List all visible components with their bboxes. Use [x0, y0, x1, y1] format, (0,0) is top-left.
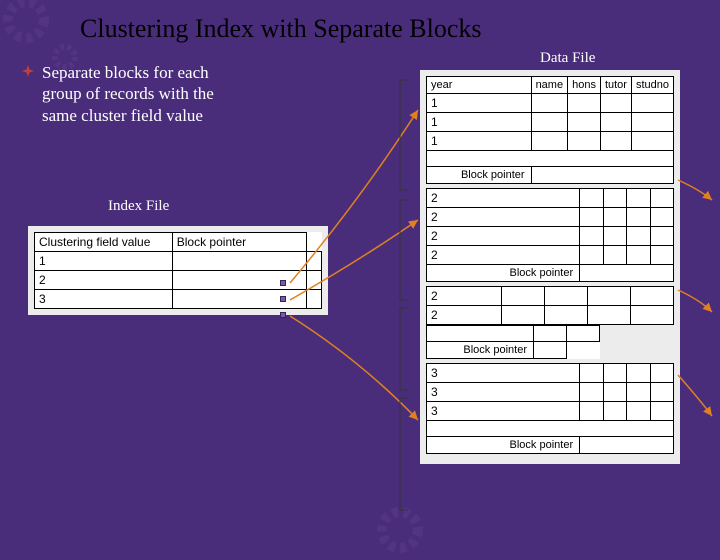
block-pointer-label: Block pointer — [427, 167, 532, 184]
data-cell: 1 — [427, 113, 532, 132]
data-header: year — [427, 77, 532, 94]
data-table: 2 2 — [426, 286, 674, 325]
data-header: tutor — [600, 77, 631, 94]
gear-icon — [370, 500, 430, 560]
index-cell: 3 — [35, 290, 173, 309]
page-title: Clustering Index with Separate Blocks — [80, 14, 481, 44]
block-pointer-label: Block pointer — [427, 342, 534, 359]
index-cell — [306, 271, 321, 290]
data-block: 2 2 Block pointer — [426, 286, 674, 359]
data-cell: 2 — [427, 189, 580, 208]
data-table: year name hons tutor studno 1 1 1 Block … — [426, 76, 674, 184]
index-cell — [306, 290, 321, 309]
block-pointer-label: Block pointer — [427, 265, 580, 282]
data-table: Block pointer — [426, 325, 600, 359]
square-bullet-icon — [280, 312, 286, 318]
data-block: 3 3 3 Block pointer — [426, 363, 674, 454]
data-cell: 2 — [427, 287, 502, 306]
data-cell: 2 — [427, 208, 580, 227]
data-cell: 2 — [427, 246, 580, 265]
data-header: studno — [631, 77, 673, 94]
index-cell: 1 — [35, 252, 173, 271]
data-block: 2 2 2 2 Block pointer — [426, 188, 674, 282]
data-cell: 2 — [427, 306, 502, 325]
index-cell — [306, 252, 321, 271]
data-cell: 1 — [427, 94, 532, 113]
data-cell: 3 — [427, 402, 580, 421]
data-cell: 2 — [427, 227, 580, 246]
data-table: 3 3 3 Block pointer — [426, 363, 674, 454]
data-cell: 1 — [427, 132, 532, 151]
block-pointer-label: Block pointer — [427, 437, 580, 454]
data-file-label: Data File — [540, 50, 595, 67]
square-bullet-icon — [280, 296, 286, 302]
index-header-pointer: Block pointer — [172, 233, 306, 252]
square-bullet-icon — [280, 280, 286, 286]
index-cell — [172, 252, 306, 271]
data-file-panel: year name hons tutor studno 1 1 1 Block … — [420, 70, 680, 464]
index-cell: 2 — [35, 271, 173, 290]
data-cell: 3 — [427, 364, 580, 383]
data-header: hons — [568, 77, 601, 94]
star-bullet-icon — [22, 65, 34, 77]
data-block: year name hons tutor studno 1 1 1 Block … — [426, 76, 674, 184]
bullet-item: Separate blocks for each group of record… — [22, 62, 252, 126]
index-file-label: Index File — [108, 198, 169, 215]
bullet-text: Separate blocks for each group of record… — [42, 62, 252, 126]
data-header: name — [531, 77, 568, 94]
index-cell — [172, 271, 306, 290]
data-cell: 3 — [427, 383, 580, 402]
index-cell — [172, 290, 306, 309]
data-table: 2 2 2 2 Block pointer — [426, 188, 674, 282]
index-table: Clustering field value Block pointer 1 2… — [34, 232, 322, 309]
index-header-field: Clustering field value — [35, 233, 173, 252]
